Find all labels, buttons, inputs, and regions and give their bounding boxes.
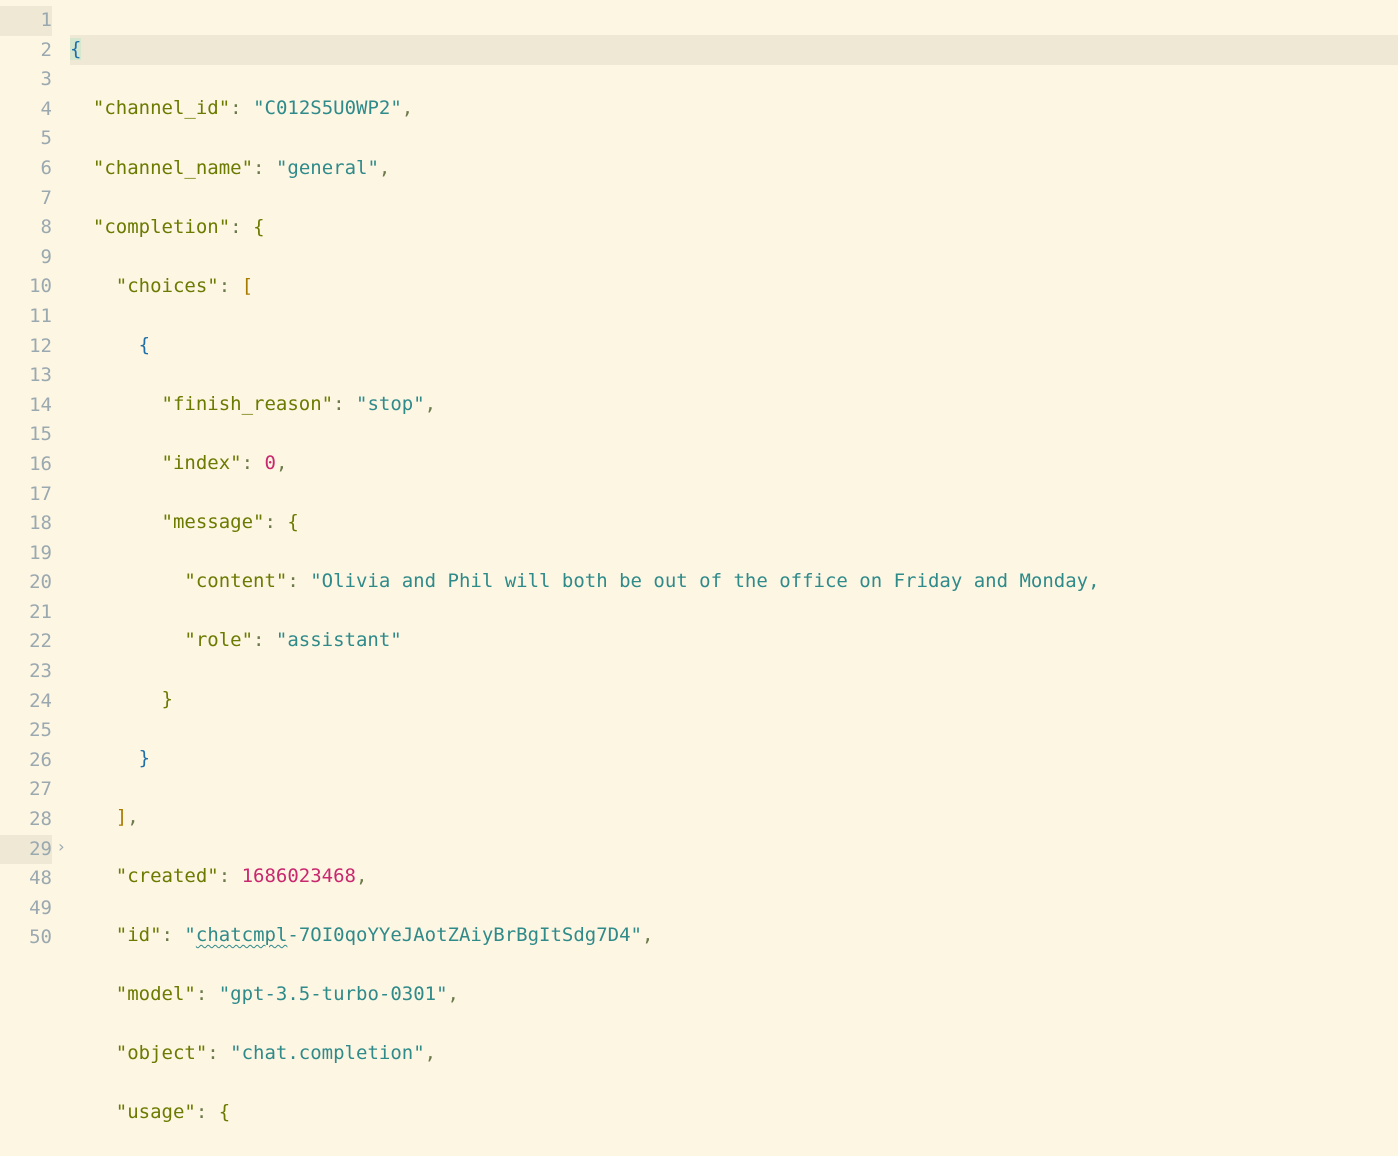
line-number: 14 [0, 391, 52, 421]
line-number: 7 [0, 184, 52, 214]
code-area[interactable]: { "channel_id": "C012S5U0WP2", "channel_… [70, 0, 1398, 1156]
code-line[interactable]: "index": 0, [70, 449, 1398, 479]
code-line[interactable]: } [70, 685, 1398, 715]
line-number: 4 [0, 95, 52, 125]
line-number: 8 [0, 213, 52, 243]
line-number: 5 [0, 124, 52, 154]
line-number: 6 [0, 154, 52, 184]
line-number: 1 [0, 6, 52, 36]
code-line[interactable]: "finish_reason": "stop", [70, 390, 1398, 420]
code-line[interactable]: "object": "chat.completion", [70, 1039, 1398, 1069]
line-number: 23 [0, 657, 52, 687]
code-line[interactable]: "content": "Olivia and Phil will both be… [70, 567, 1398, 597]
line-number: 13 [0, 361, 52, 391]
line-number: 3 [0, 65, 52, 95]
code-line[interactable]: "model": "gpt-3.5-turbo-0301", [70, 980, 1398, 1010]
code-line[interactable]: "choices": [ [70, 272, 1398, 302]
line-number: 28 [0, 805, 52, 835]
code-line[interactable]: "message": { [70, 508, 1398, 538]
line-number: 10 [0, 272, 52, 302]
line-number: 26 [0, 746, 52, 776]
line-number: 22 [0, 627, 52, 657]
line-number: 21 [0, 598, 52, 628]
code-line[interactable]: } [70, 744, 1398, 774]
code-line[interactable]: "channel_id": "C012S5U0WP2", [70, 94, 1398, 124]
line-number: 27 [0, 775, 52, 805]
line-number: 25 [0, 716, 52, 746]
line-number: 50 [0, 923, 52, 953]
line-number: 9 [0, 243, 52, 273]
code-line[interactable]: ], [70, 803, 1398, 833]
line-number: 12 [0, 332, 52, 362]
code-line[interactable]: "role": "assistant" [70, 626, 1398, 656]
fold-chevron-icon[interactable]: › [56, 835, 66, 860]
line-number: 17 [0, 480, 52, 510]
code-line[interactable]: "id": "chatcmpl-7OI0qoYYeJAotZAiyBrBgItS… [70, 921, 1398, 951]
code-line[interactable]: { [70, 331, 1398, 361]
line-number: 48 [0, 864, 52, 894]
code-line[interactable]: "completion": { [70, 213, 1398, 243]
line-number: 49 [0, 894, 52, 924]
line-number: 18 [0, 509, 52, 539]
code-line[interactable]: "usage": { [70, 1098, 1398, 1128]
line-number: 2 [0, 36, 52, 66]
code-line[interactable]: "channel_name": "general", [70, 154, 1398, 184]
line-number: 29› [0, 835, 52, 865]
line-number: 24 [0, 687, 52, 717]
line-number: 19 [0, 539, 52, 569]
code-line[interactable]: { [70, 35, 1398, 65]
line-number: 20 [0, 568, 52, 598]
line-number-gutter: 1 2 3 4 5 6 7 8 9 10 11 12 13 14 15 16 1… [0, 0, 70, 1156]
line-number: 16 [0, 450, 52, 480]
line-number: 11 [0, 302, 52, 332]
code-editor[interactable]: 1 2 3 4 5 6 7 8 9 10 11 12 13 14 15 16 1… [0, 0, 1398, 1156]
line-number: 15 [0, 420, 52, 450]
code-line[interactable]: "created": 1686023468, [70, 862, 1398, 892]
